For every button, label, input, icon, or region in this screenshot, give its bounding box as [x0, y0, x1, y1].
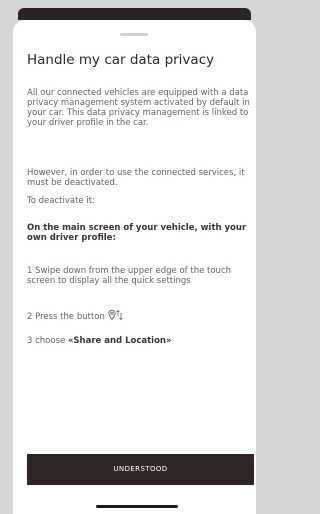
instructions-heading: To deactivate it:	[27, 196, 95, 206]
bottom-sheet: Handle my car data privacy All our conne…	[13, 20, 256, 514]
understood-button[interactable]: UNDERSTOOD	[27, 454, 254, 485]
sheet-drag-handle[interactable]	[120, 33, 148, 36]
home-indicator	[96, 505, 178, 508]
step-2-text: 2 Press the button	[27, 312, 105, 322]
deactivate-paragraph: However, in order to use the connected s…	[27, 168, 245, 188]
step-1: 1 Swipe down from the upper edge of the …	[27, 266, 231, 286]
step-3-option: «Share and Location»	[67, 336, 172, 346]
main-screen-paragraph: On the main screen of your vehicle, with…	[27, 223, 247, 243]
location-pin-arrows-icon	[107, 309, 124, 324]
step-3: 3 choose «Share and Location»	[27, 336, 253, 346]
sheet-title: Handle my car data privacy	[27, 52, 215, 68]
intro-paragraph: All our connected vehicles are equipped …	[27, 88, 250, 128]
step-3-text: 3 choose	[27, 336, 68, 346]
backdrop-header	[18, 8, 251, 20]
step-2: 2 Press the button	[27, 309, 253, 324]
